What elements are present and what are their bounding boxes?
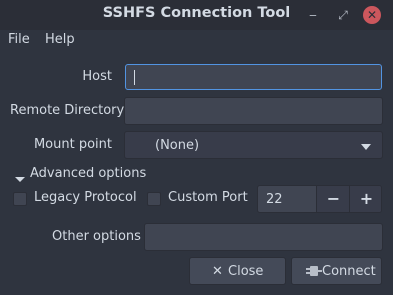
legacy-protocol-label[interactable]: Legacy Protocol	[34, 190, 137, 205]
mount-point-dropdown[interactable]: (None)	[124, 131, 383, 159]
connect-button[interactable]: Connect	[291, 257, 382, 285]
plug-icon	[304, 263, 322, 283]
port-spinbutton[interactable]: 22 − +	[257, 185, 382, 213]
custom-port-label[interactable]: Custom Port	[168, 190, 248, 205]
custom-port-checkbox[interactable]	[147, 192, 161, 206]
host-input[interactable]	[125, 64, 382, 90]
decrement-button[interactable]: −	[316, 186, 350, 212]
title-bar: SSHFS Connection Tool ‒ ⤢ ✕	[0, 0, 393, 30]
advanced-options-expander[interactable]: Advanced options	[30, 166, 146, 181]
remote-directory-input[interactable]	[124, 97, 383, 125]
minimize-icon[interactable]: ‒	[304, 6, 322, 24]
other-options-label: Other options	[52, 229, 141, 244]
port-value[interactable]: 22	[266, 192, 283, 207]
maximize-icon[interactable]: ⤢	[334, 6, 352, 24]
increment-button[interactable]: +	[349, 186, 381, 212]
other-options-input[interactable]	[144, 223, 383, 251]
connect-button-label: Connect	[322, 264, 376, 279]
chevron-down-icon	[361, 144, 371, 150]
close-button-label: Close	[228, 264, 264, 279]
menu-bar: File Help	[0, 30, 393, 52]
text-cursor	[134, 70, 135, 85]
mount-point-value: (None)	[155, 138, 200, 153]
menu-file[interactable]: File	[8, 32, 30, 47]
menu-help[interactable]: Help	[45, 32, 75, 47]
expander-arrow-icon[interactable]	[15, 177, 25, 182]
close-x-icon: ✕	[212, 264, 223, 279]
close-icon[interactable]: ✕	[363, 6, 381, 24]
close-button[interactable]: ✕ Close	[189, 257, 286, 285]
legacy-protocol-checkbox[interactable]	[13, 192, 27, 206]
mount-point-label: Mount point	[33, 137, 112, 152]
host-label: Host	[82, 69, 112, 84]
remote-directory-label: Remote Directory	[10, 103, 125, 118]
